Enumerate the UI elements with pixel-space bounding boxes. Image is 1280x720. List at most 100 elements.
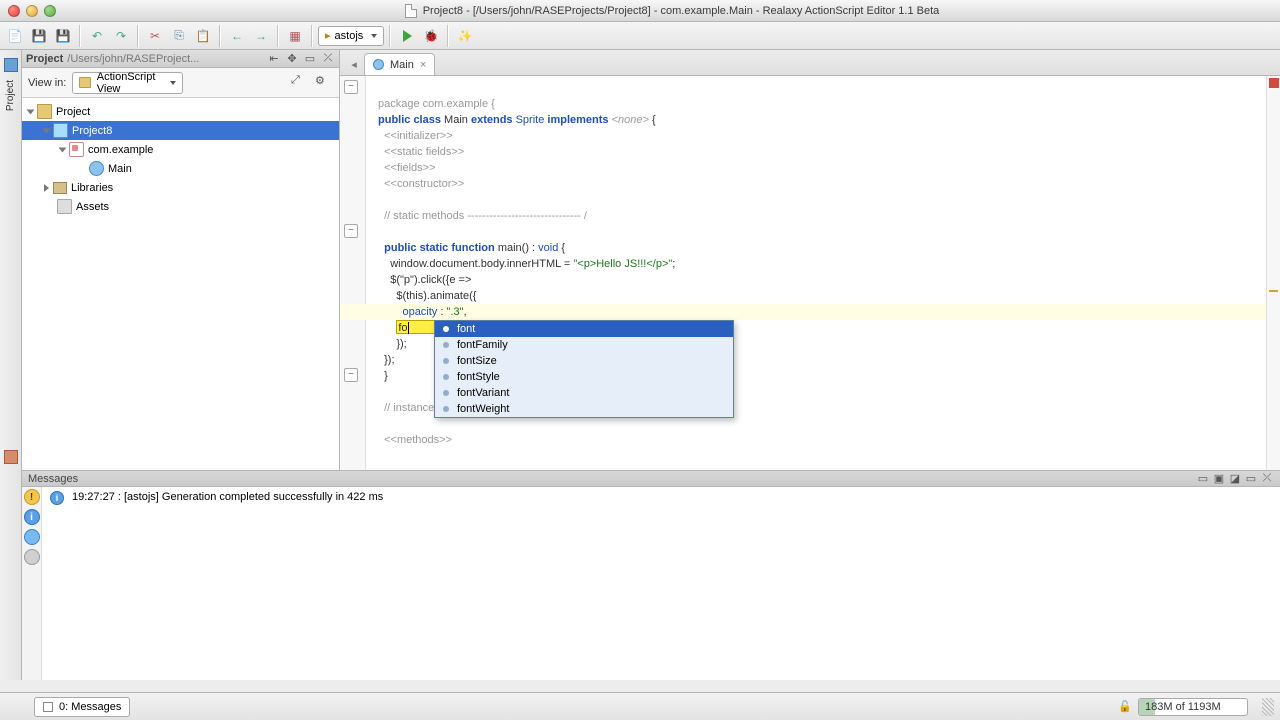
- folder-icon: [37, 104, 52, 119]
- autocomplete-item[interactable]: fontVariant: [435, 385, 733, 401]
- messages-tool-window-button[interactable]: 0: Messages: [34, 697, 130, 717]
- lock-icon[interactable]: 🔓: [1118, 700, 1132, 714]
- error-stripe[interactable]: [1266, 76, 1280, 470]
- debug-button[interactable]: 🐞: [420, 25, 442, 47]
- expand-icon[interactable]: ⤢: [291, 74, 309, 92]
- messages-gutter: ! i: [22, 487, 42, 680]
- tree-libraries[interactable]: Libraries: [22, 178, 339, 197]
- gear-icon[interactable]: ⚙: [315, 74, 333, 92]
- status-tab-label: 0: Messages: [59, 701, 121, 713]
- window-title: Project8 - [/Users/john/RASEProjects/Pro…: [423, 5, 940, 17]
- warning-icon[interactable]: !: [24, 489, 40, 505]
- close-window-button[interactable]: [8, 5, 20, 17]
- view-dropdown[interactable]: ActionScript View: [72, 72, 182, 94]
- back-button[interactable]: ←: [226, 25, 248, 47]
- copy-button[interactable]: ⎘: [168, 25, 190, 47]
- window-controls: [8, 5, 56, 17]
- save-all-button[interactable]: 💾: [52, 25, 74, 47]
- tree-assets[interactable]: Assets: [22, 197, 339, 216]
- redo-button[interactable]: ↷: [110, 25, 132, 47]
- class-icon: [373, 59, 384, 70]
- tree-root[interactable]: Project: [22, 102, 339, 121]
- grid-button[interactable]: ▦: [284, 25, 306, 47]
- cut-button[interactable]: ✂: [144, 25, 166, 47]
- project-panel-toolbar: View in: ActionScript View ⤢ ⚙: [22, 68, 339, 98]
- editor-area: ◂ Main × − − − package com.example { pub…: [340, 50, 1280, 470]
- info-icon[interactable]: i: [24, 509, 40, 525]
- code-editor[interactable]: − − − package com.example { public class…: [340, 76, 1280, 470]
- class-icon: [89, 161, 104, 176]
- autocomplete-item[interactable]: fontFamily: [435, 337, 733, 353]
- messages-title: Messages: [28, 473, 78, 485]
- wand-button[interactable]: ✨: [454, 25, 476, 47]
- message-line: 19:27:27 : [astojs] Generation completed…: [72, 491, 383, 503]
- undo-button[interactable]: ↶: [86, 25, 108, 47]
- project-panel-path: /Users/john/RASEProject...: [67, 53, 199, 65]
- main-toolbar: 📄 💾 💾 ↶ ↷ ✂ ⎘ 📋 ← → ▦ ▸ astojs 🐞 ✨: [0, 22, 1280, 50]
- new-file-button[interactable]: 📄: [4, 25, 26, 47]
- close-tab-icon[interactable]: ×: [420, 59, 426, 71]
- panel-icon[interactable]: ▭: [1196, 472, 1210, 486]
- run-config-dropdown[interactable]: ▸ astojs: [318, 26, 384, 46]
- info-icon: i: [50, 491, 64, 505]
- fold-marker[interactable]: −: [344, 368, 358, 382]
- save-button[interactable]: 💾: [28, 25, 50, 47]
- libraries-icon: [53, 182, 67, 194]
- autocomplete-popup[interactable]: font fontFamily fontSize fontStyle fontV…: [434, 320, 734, 418]
- view-dropdown-label: ActionScript View: [97, 71, 164, 95]
- tree-class[interactable]: Main: [22, 159, 339, 178]
- project-tab-icon[interactable]: [4, 58, 18, 72]
- tree-project[interactable]: Project8: [22, 121, 339, 140]
- project-panel: Project /Users/john/RASEProject... ⇤ ✥ ▭…: [22, 50, 340, 470]
- project-panel-title: Project: [26, 53, 63, 65]
- autocomplete-item[interactable]: fontStyle: [435, 369, 733, 385]
- settings-icon[interactable]: ✥: [285, 52, 299, 66]
- editor-tab-bar: ◂ Main ×: [340, 50, 1280, 76]
- structure-tab-icon[interactable]: [4, 450, 18, 464]
- tabs-scroll-left[interactable]: ◂: [346, 53, 362, 75]
- forward-button[interactable]: →: [250, 25, 272, 47]
- panel-close-icon[interactable]: ⤫: [1260, 472, 1274, 486]
- folder-icon: [79, 77, 90, 88]
- error-indicator[interactable]: [1269, 78, 1279, 88]
- bullet-icon[interactable]: [24, 549, 40, 565]
- editor-tab-main[interactable]: Main ×: [364, 53, 435, 75]
- resize-handle[interactable]: [1262, 698, 1274, 716]
- close-icon[interactable]: ⤫: [321, 52, 335, 66]
- panel-icon[interactable]: ▭: [1244, 472, 1258, 486]
- fold-marker[interactable]: −: [344, 80, 358, 94]
- messages-panel: Messages ▭ ▣ ◪ ▭ ⤫ ! i i 19:27:27 : [ast…: [22, 470, 1280, 680]
- panel-icon[interactable]: ◪: [1228, 472, 1242, 486]
- autocomplete-item[interactable]: font: [435, 321, 733, 337]
- tree-package-label: com.example: [88, 144, 153, 156]
- folder-icon: [57, 199, 72, 214]
- panel-icon[interactable]: ▣: [1212, 472, 1226, 486]
- left-sidebar-gutter: Project: [0, 50, 22, 470]
- zoom-window-button[interactable]: [44, 5, 56, 17]
- messages-content[interactable]: i 19:27:27 : [astojs] Generation complet…: [42, 487, 1280, 680]
- tree-root-label: Project: [56, 106, 90, 118]
- memory-indicator[interactable]: 183M of 1193M: [1138, 698, 1248, 716]
- project-tab-label[interactable]: Project: [5, 80, 16, 111]
- info-icon[interactable]: [24, 529, 40, 545]
- fold-marker[interactable]: −: [344, 224, 358, 238]
- run-button[interactable]: [396, 25, 418, 47]
- title-bar: Project8 - [/Users/john/RASEProjects/Pro…: [0, 0, 1280, 22]
- project-tree[interactable]: Project Project8 com.example Main Librar…: [22, 98, 339, 470]
- status-bar: 0: Messages 🔓 183M of 1193M: [0, 692, 1280, 720]
- editor-gutter[interactable]: − − −: [340, 76, 366, 470]
- autocomplete-item[interactable]: fontWeight: [435, 401, 733, 417]
- paste-button[interactable]: 📋: [192, 25, 214, 47]
- tree-libraries-label: Libraries: [71, 182, 113, 194]
- tree-assets-label: Assets: [76, 201, 109, 213]
- hide-icon[interactable]: ▭: [303, 52, 317, 66]
- warning-marker[interactable]: [1269, 290, 1278, 292]
- project-panel-header: Project /Users/john/RASEProject... ⇤ ✥ ▭…: [22, 50, 339, 68]
- module-icon: [53, 123, 68, 138]
- minimize-window-button[interactable]: [26, 5, 38, 17]
- tree-package[interactable]: com.example: [22, 140, 339, 159]
- collapse-icon[interactable]: ⇤: [267, 52, 281, 66]
- autocomplete-item[interactable]: fontSize: [435, 353, 733, 369]
- messages-header: Messages ▭ ▣ ◪ ▭ ⤫: [22, 471, 1280, 487]
- editor-tab-label: Main: [390, 59, 414, 71]
